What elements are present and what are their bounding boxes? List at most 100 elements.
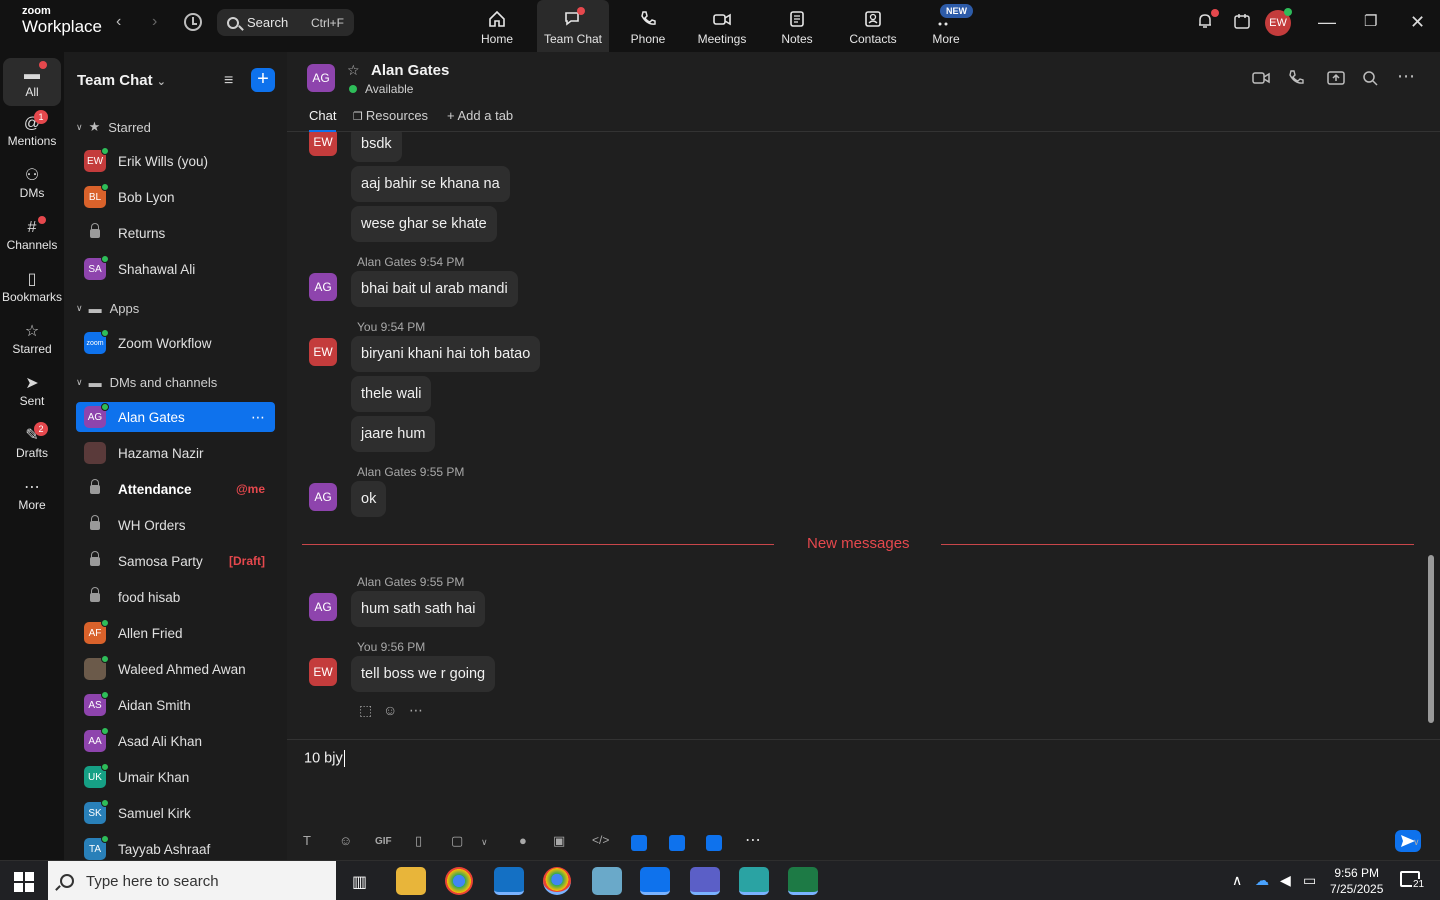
list-item[interactable]: Hazama Nazir bbox=[76, 438, 275, 468]
rail-bookmarks[interactable]: ▯ Bookmarks bbox=[0, 270, 64, 304]
more-options-icon[interactable]: ⋯ bbox=[251, 409, 265, 426]
whiteboard-app-icon[interactable] bbox=[669, 835, 685, 851]
task-view-icon[interactable]: ▥ bbox=[352, 872, 367, 892]
video-message-icon[interactable]: ▣ bbox=[553, 833, 565, 849]
new-chat-button[interactable]: + bbox=[251, 68, 275, 92]
chrome-profile-icon[interactable] bbox=[543, 867, 571, 895]
rail-dms[interactable]: ⚇ DMs bbox=[0, 166, 64, 200]
file-explorer-icon[interactable] bbox=[396, 867, 426, 895]
back-arrow-icon[interactable]: ‹ bbox=[116, 13, 121, 31]
nav-meetings[interactable]: Meetings bbox=[686, 0, 758, 52]
remote-app-icon[interactable] bbox=[739, 867, 769, 895]
search-chat-icon[interactable] bbox=[1362, 70, 1378, 86]
code-snippet-icon[interactable]: </> bbox=[592, 833, 609, 847]
list-item[interactable]: food hisab bbox=[76, 582, 275, 612]
message-bubble[interactable]: aaj bahir se khana na bbox=[351, 166, 510, 202]
section-dms[interactable]: ∨ ▬ DMs and channels bbox=[76, 375, 217, 390]
message-bubble[interactable]: bsdk bbox=[351, 132, 402, 162]
filter-icon[interactable]: ≡ bbox=[224, 72, 233, 90]
chrome-icon[interactable] bbox=[445, 867, 473, 895]
message-bubble[interactable]: jaare hum bbox=[351, 416, 436, 452]
list-item[interactable]: Waleed Ahmed Awan bbox=[76, 654, 275, 684]
windows-start-icon[interactable] bbox=[14, 872, 34, 892]
history-icon[interactable] bbox=[184, 13, 202, 31]
message-bubble[interactable]: hum sath sath hai bbox=[351, 591, 486, 627]
minimize-icon[interactable]: — bbox=[1318, 12, 1336, 33]
zoom-app-icon[interactable] bbox=[640, 867, 670, 895]
outlook-icon[interactable] bbox=[494, 867, 524, 895]
message-input[interactable]: 10 bjy bbox=[304, 750, 1204, 767]
contact-name[interactable]: Alan Gates bbox=[371, 62, 449, 79]
rail-all[interactable]: ▬ All bbox=[3, 58, 61, 106]
forward-arrow-icon[interactable]: › bbox=[152, 13, 157, 31]
avatar[interactable]: EW bbox=[309, 338, 337, 366]
avatar[interactable]: AG bbox=[309, 593, 337, 621]
gif-icon[interactable]: GIF bbox=[375, 836, 392, 847]
teams-icon[interactable] bbox=[690, 867, 720, 895]
notification-center-icon[interactable]: 21 bbox=[1400, 871, 1426, 890]
list-item[interactable]: UK Umair Khan bbox=[76, 762, 275, 792]
calendar-icon[interactable] bbox=[1233, 12, 1251, 30]
message-bubble[interactable]: bhai bait ul arab mandi bbox=[351, 271, 518, 307]
format-text-icon[interactable]: T bbox=[303, 833, 311, 848]
taskbar-search[interactable]: Type here to search bbox=[48, 861, 336, 900]
avatar[interactable]: EW bbox=[309, 132, 337, 156]
more-options-icon[interactable]: ⋯ bbox=[1397, 66, 1415, 87]
sidebar-item-alan-gates[interactable]: AG Alan Gates ⋯ bbox=[76, 402, 275, 432]
list-item[interactable]: SA Shahawal Ali bbox=[76, 254, 275, 284]
list-item[interactable]: Samosa Party [Draft] bbox=[76, 546, 275, 576]
nav-contacts[interactable]: Contacts bbox=[837, 0, 909, 52]
contact-avatar[interactable]: AG bbox=[307, 64, 335, 92]
star-outline-icon[interactable]: ☆ bbox=[347, 62, 360, 79]
chevron-down-icon[interactable]: ∨ bbox=[481, 837, 488, 848]
network-icon[interactable]: ▭ bbox=[1303, 872, 1316, 889]
list-item[interactable]: AF Allen Fried bbox=[76, 618, 275, 648]
message-bubble[interactable]: ok bbox=[351, 481, 387, 517]
microphone-icon[interactable]: ● bbox=[519, 833, 527, 848]
rail-drafts[interactable]: ✎ 2 Drafts bbox=[0, 422, 64, 460]
generic-app-icon[interactable] bbox=[592, 867, 622, 895]
rail-starred[interactable]: ☆ Starred bbox=[0, 322, 64, 356]
screenshot-icon[interactable]: ▢ bbox=[451, 833, 463, 849]
list-item[interactable]: TA Tayyab Ashraaf bbox=[76, 834, 275, 860]
list-item[interactable]: WH Orders bbox=[76, 510, 275, 540]
rail-channels[interactable]: # Channels bbox=[0, 216, 64, 252]
share-screen-icon[interactable] bbox=[1327, 70, 1345, 86]
message-more-icon[interactable]: ⋯ bbox=[409, 702, 423, 719]
phone-call-icon[interactable] bbox=[1288, 70, 1304, 86]
list-item[interactable]: Attendance @me bbox=[76, 474, 275, 504]
emoji-icon[interactable]: ☺ bbox=[339, 833, 352, 848]
nav-notes[interactable]: Notes bbox=[761, 0, 833, 52]
volume-icon[interactable]: ◀ bbox=[1280, 872, 1291, 889]
excel-icon[interactable] bbox=[788, 867, 818, 895]
add-reaction-icon[interactable]: ☺ bbox=[383, 702, 397, 718]
section-starred[interactable]: ∨ ★ Starred bbox=[76, 119, 151, 135]
tab-chat[interactable]: Chat bbox=[309, 108, 337, 132]
send-options-chevron-icon[interactable]: ∨ bbox=[1413, 837, 1420, 848]
restore-icon[interactable]: ❐ bbox=[1364, 12, 1377, 30]
sidebar-title[interactable]: Team Chat ⌄ bbox=[77, 72, 166, 89]
chevron-up-icon[interactable]: ∧ bbox=[1232, 872, 1242, 889]
meeting-app-icon[interactable] bbox=[706, 835, 722, 851]
rail-mentions[interactable]: @ 1 Mentions bbox=[0, 110, 64, 148]
nav-phone[interactable]: Phone bbox=[612, 0, 684, 52]
list-item[interactable]: zoom Zoom Workflow bbox=[76, 328, 275, 358]
list-item[interactable]: AS Aidan Smith bbox=[76, 690, 275, 720]
file-icon[interactable]: ▯ bbox=[415, 833, 422, 849]
onedrive-icon[interactable]: ☁ bbox=[1255, 872, 1269, 889]
list-item[interactable]: SK Samuel Kirk bbox=[76, 798, 275, 828]
rail-sent[interactable]: ➤ Sent bbox=[0, 374, 64, 408]
message-bubble[interactable]: tell boss we r going bbox=[351, 656, 496, 692]
more-tools-icon[interactable]: ⋯ bbox=[745, 830, 761, 850]
video-call-icon[interactable] bbox=[1252, 70, 1270, 86]
list-item[interactable]: BL Bob Lyon bbox=[76, 182, 275, 212]
list-item[interactable]: AA Asad Ali Khan bbox=[76, 726, 275, 756]
nav-home[interactable]: Home bbox=[461, 0, 533, 52]
avatar[interactable]: EW bbox=[309, 658, 337, 686]
search-box[interactable]: Search Ctrl+F bbox=[217, 9, 354, 36]
message-bubble[interactable]: biryani khani hai toh batao bbox=[351, 336, 541, 372]
system-clock[interactable]: 9:56 PM 7/25/2025 bbox=[1330, 865, 1383, 897]
tab-resources[interactable]: ❐ Resources bbox=[353, 108, 428, 123]
close-icon[interactable]: ✕ bbox=[1410, 12, 1425, 33]
reply-thread-icon[interactable]: ⬚ bbox=[359, 702, 372, 719]
